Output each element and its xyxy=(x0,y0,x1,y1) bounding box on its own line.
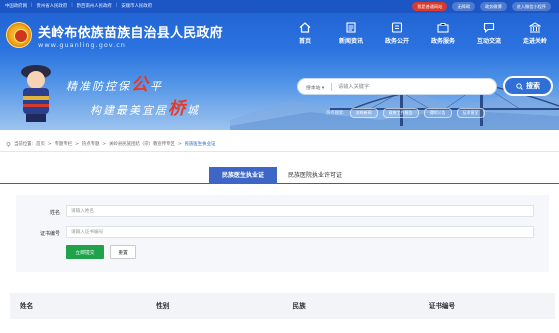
hot-tag[interactable]: 通知公告 xyxy=(423,108,452,118)
top-link-province[interactable]: 贵州省人民政府 xyxy=(36,3,67,9)
banner-slogan-2: 构建最美宜居桥城 xyxy=(90,99,200,119)
tab-doctor-license[interactable]: 民族医生执业证 xyxy=(209,167,277,184)
hot-tag[interactable]: 关岭新闻 xyxy=(349,108,378,118)
news-icon xyxy=(346,22,356,33)
top-pills: 我是普通网站 无障碍 政务微博 进入微信小程序 xyxy=(412,2,551,11)
cert-number-field[interactable] xyxy=(66,226,534,238)
column-header-name: 姓名 xyxy=(20,302,34,310)
pill-accessibility[interactable]: 无障碍 xyxy=(452,2,475,11)
search-scope-select[interactable]: 搜本站 ▾ xyxy=(306,84,324,91)
breadcrumb-separator: > xyxy=(177,141,182,147)
pill-weibo[interactable]: 政务微博 xyxy=(479,2,507,11)
landmark-icon xyxy=(529,22,541,33)
breadcrumb-separator: > xyxy=(75,141,79,147)
top-link-city[interactable]: 安顺市人民政府 xyxy=(121,3,152,9)
breadcrumb-separator: > xyxy=(47,141,52,147)
name-field[interactable] xyxy=(66,205,534,217)
results-table-header: 姓名 性别 民族 证书编号 xyxy=(10,293,555,319)
tab-bar: 民族医生执业证 民族医院执业许可证 xyxy=(0,167,559,184)
hot-search-label: 热点搜索: xyxy=(326,111,345,116)
nav-services-label: 政务服务 xyxy=(430,38,455,45)
breadcrumb-topics[interactable]: 专题专栏 xyxy=(55,141,73,147)
home-icon xyxy=(299,22,311,33)
document-icon xyxy=(391,22,403,33)
search-divider xyxy=(331,83,332,91)
service-icon xyxy=(437,23,449,33)
nav-news-label: 新闻资讯 xyxy=(338,38,363,45)
column-header-ethnicity: 民族 xyxy=(292,302,306,310)
reset-button[interactable]: 重置 xyxy=(110,245,136,259)
breadcrumb-prefix: 当前位置: xyxy=(14,142,34,147)
breadcrumb-separator: > xyxy=(102,141,107,147)
site-header: 中国政府网 | 贵州省人民政府 | 黔西南州人民政府 | 安顺市人民政府 我是普… xyxy=(0,0,559,130)
main-nav: 首页 新闻资讯 政务公开 政务服务 互动交流 走进关岭 xyxy=(282,22,558,45)
search-button[interactable]: 搜索 xyxy=(503,76,553,96)
top-link-separator: | xyxy=(30,3,33,8)
breadcrumb: 当前位置: 首页 > 专题专栏 > 热点专题 > 关岭县民族团结（宗）教宣传专区… xyxy=(6,141,215,147)
nav-home-label: 首页 xyxy=(298,38,311,45)
nav-services[interactable]: 政务服务 xyxy=(420,22,466,45)
hot-tag[interactable]: 征求意见 xyxy=(456,108,485,118)
nav-open-gov[interactable]: 政务公开 xyxy=(374,22,420,45)
nav-about[interactable]: 走进关岭 xyxy=(512,22,558,45)
top-links: 中国政府网 | 贵州省人民政府 | 黔西南州人民政府 | 安顺市人民政府 xyxy=(5,3,152,9)
mascot-illustration xyxy=(21,65,51,122)
breadcrumb-home[interactable]: 首页 xyxy=(36,141,45,147)
hot-search-row: 热点搜索: 关岭新闻 政府工作报告 通知公告 征求意见 xyxy=(326,108,485,118)
query-form: 姓名 证书编号 立即提交 重置 xyxy=(16,195,549,272)
location-pin-icon xyxy=(6,141,11,147)
search-button-label: 搜索 xyxy=(526,83,540,90)
tab-hospital-license[interactable]: 民族医院执业许可证 xyxy=(279,167,351,184)
top-link-prefecture[interactable]: 黔西南州人民政府 xyxy=(77,3,112,9)
breadcrumb-current: 民族医生执业证 xyxy=(184,142,216,147)
submit-button[interactable]: 立即提交 xyxy=(66,245,104,259)
nav-interaction-label: 互动交流 xyxy=(476,38,501,45)
column-header-gender: 性别 xyxy=(156,302,170,310)
top-link-gov[interactable]: 中国政府网 xyxy=(5,3,27,9)
top-link-separator: | xyxy=(115,3,118,8)
national-emblem-icon xyxy=(6,22,32,48)
breadcrumb-hot-topics[interactable]: 热点专题 xyxy=(82,141,100,147)
breadcrumb-special-zone[interactable]: 关岭县民族团结（宗）教宣传专区 xyxy=(109,141,175,147)
nav-interaction[interactable]: 互动交流 xyxy=(466,22,512,45)
top-bar: 中国政府网 | 贵州省人民政府 | 黔西南州人民政府 | 安顺市人民政府 我是普… xyxy=(0,0,559,13)
nav-home[interactable]: 首页 xyxy=(282,22,328,45)
hot-tag[interactable]: 政府工作报告 xyxy=(382,108,419,118)
nav-open-gov-label: 政务公开 xyxy=(384,38,409,45)
column-header-cert-number: 证书编号 xyxy=(428,302,456,310)
nav-about-label: 走进关岭 xyxy=(522,38,547,45)
pill-normal-site[interactable]: 我是普通网站 xyxy=(412,2,448,11)
name-label: 姓名 xyxy=(49,210,60,216)
top-link-separator: | xyxy=(71,3,73,8)
search-box: 搜本站 ▾ xyxy=(297,78,497,95)
divider xyxy=(0,151,559,152)
site-title[interactable]: 关岭布依族苗族自治县人民政府 xyxy=(38,22,223,41)
nav-news[interactable]: 新闻资讯 xyxy=(328,22,374,45)
cert-number-label: 证书编号 xyxy=(39,231,60,237)
banner-slogan-1: 精准防控保公平 xyxy=(66,75,163,95)
search-icon xyxy=(516,82,523,90)
pill-wechat[interactable]: 进入微信小程序 xyxy=(511,2,551,11)
site-url: www.guanling.gov.cn xyxy=(38,41,126,49)
chat-icon xyxy=(483,22,495,33)
search-input[interactable] xyxy=(338,81,488,93)
